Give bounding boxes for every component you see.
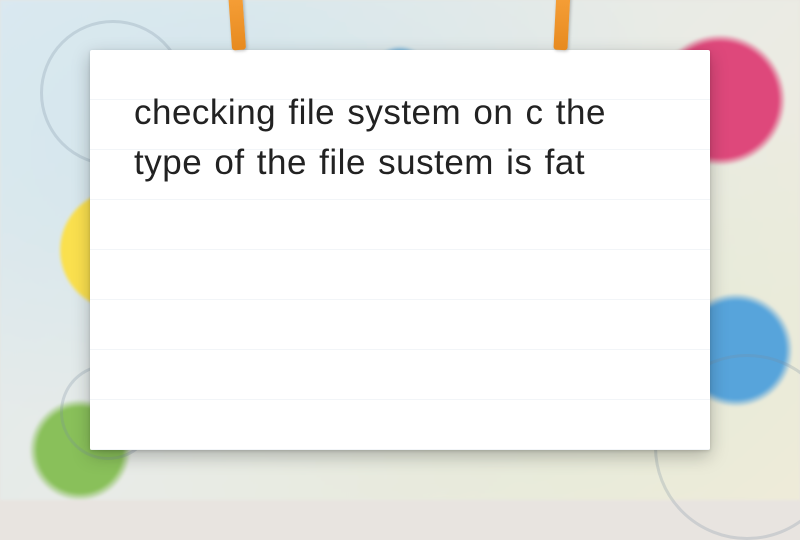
paper-card: checking file system on c the type of th… (90, 50, 710, 450)
question-text: checking file system on c the type of th… (134, 88, 666, 188)
